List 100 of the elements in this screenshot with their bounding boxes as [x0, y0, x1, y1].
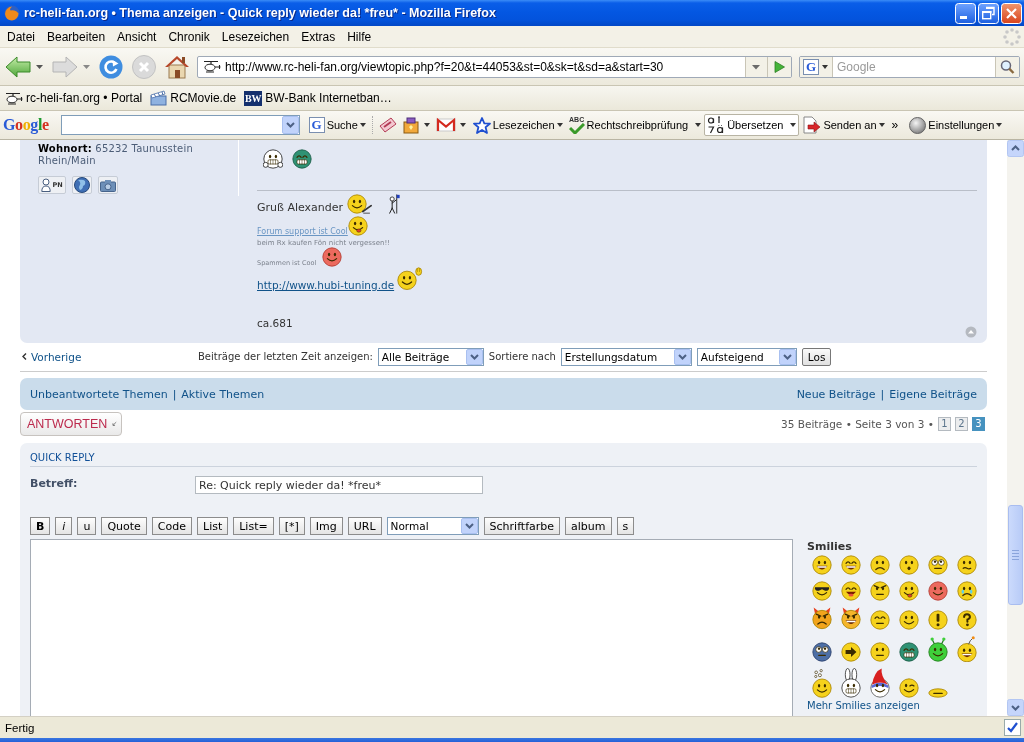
caret-icon[interactable] [822, 64, 828, 69]
caret-icon[interactable] [423, 123, 430, 127]
sort-select[interactable]: Erstellungsdatum [560, 347, 692, 366]
format-button[interactable]: i [55, 517, 73, 535]
reload-icon[interactable] [99, 54, 123, 79]
wide-eyed-face-icon[interactable] [927, 555, 948, 575]
caret-icon[interactable] [996, 123, 1003, 127]
bomb-face-icon[interactable] [956, 635, 977, 663]
eye-rolling-face-icon[interactable] [811, 642, 832, 663]
overflow-button[interactable]: » [887, 114, 903, 136]
nav-link[interactable]: Neue Beiträge [796, 387, 876, 401]
toolbar-search-field[interactable] [60, 115, 300, 135]
address-field[interactable]: http://www.rc-heli-fan.org/viewtopic.php?f=20&t=44053&st=0&sk=t&sd=a&start=30 [197, 55, 792, 78]
mail-icon[interactable] [435, 117, 456, 133]
close-button[interactable] [1001, 2, 1022, 24]
flat-face-icon[interactable] [927, 688, 948, 699]
menu-item[interactable]: Bearbeiten [41, 29, 112, 44]
format-button[interactable]: album [565, 517, 612, 535]
crying-face-icon[interactable] [956, 581, 977, 601]
globe-icon[interactable] [72, 176, 92, 194]
nav-link[interactable]: Unbeantwortete Themen [30, 387, 168, 401]
bookmarks-button[interactable]: Lesezeichen [469, 114, 566, 136]
bookmark-item[interactable]: BW BW-Bank Internetban… [243, 90, 393, 106]
neutral-face-icon[interactable] [869, 609, 890, 630]
winking-face-icon[interactable] [898, 678, 919, 699]
caret-icon[interactable] [695, 123, 702, 127]
grinning-devil-icon[interactable] [840, 607, 861, 630]
laughing-face-icon[interactable] [840, 555, 861, 575]
caret-icon[interactable] [790, 123, 797, 127]
format-button[interactable]: List [197, 517, 229, 535]
subject-field[interactable]: Re: Quick reply wieder da! *freu* [195, 476, 483, 494]
page-link[interactable]: 1 [938, 417, 951, 431]
message-field[interactable] [30, 539, 793, 716]
send-to-button[interactable]: Senden an [799, 114, 888, 136]
camera-icon[interactable] [98, 176, 118, 194]
caret-icon[interactable] [359, 123, 366, 127]
eraser-icon[interactable] [377, 117, 398, 133]
website-link[interactable]: http://www.hubi-tuning.de [257, 267, 423, 291]
more-smilies-link[interactable]: Mehr Smilies anzeigen [807, 700, 920, 713]
pondering-face-icon[interactable] [869, 642, 890, 663]
question-icon[interactable] [956, 609, 977, 630]
font-size-select[interactable]: Normal [386, 517, 479, 535]
format-button[interactable]: s [616, 517, 635, 535]
nav-link[interactable]: Eigene Beiträge [889, 387, 977, 401]
sunglasses-face-icon[interactable] [811, 581, 832, 601]
previous-link[interactable]: Vorherige [22, 350, 82, 363]
caret-icon[interactable] [556, 123, 563, 127]
blushing-face-icon[interactable] [927, 581, 948, 601]
menu-item[interactable]: Lesezeichen [215, 29, 296, 44]
menu-item[interactable]: Hilfe [341, 29, 378, 44]
reply-button[interactable]: ANTWORTEN [20, 412, 122, 436]
minimize-button[interactable] [955, 2, 976, 24]
checkmark-icon[interactable] [1004, 719, 1021, 736]
page-link[interactable]: 2 [955, 417, 968, 431]
format-button[interactable]: URL [347, 517, 382, 535]
nav-link[interactable]: Aktive Themen [181, 387, 265, 401]
caret-icon[interactable] [878, 123, 885, 127]
bookmark-item[interactable]: RCMovie.de [149, 90, 238, 106]
translate-button[interactable]: Übersetzen [704, 114, 800, 136]
bunny-icon[interactable] [840, 668, 861, 699]
menu-item[interactable]: Ansicht [111, 29, 163, 44]
restore-button[interactable] [978, 2, 999, 24]
search-icon[interactable] [995, 56, 1019, 77]
caret-icon[interactable] [459, 123, 466, 127]
caret-icon[interactable] [36, 64, 43, 69]
format-button[interactable]: Img [309, 517, 343, 535]
tongue-face-icon[interactable] [898, 581, 919, 601]
alien-face-icon[interactable] [927, 637, 948, 663]
menu-item[interactable]: Chronik [162, 29, 216, 44]
bubbling-face-icon[interactable] [811, 669, 832, 699]
grinning-face-icon[interactable] [811, 555, 832, 575]
format-button[interactable]: B [30, 517, 51, 535]
sort-order-select[interactable]: Aufsteigend [696, 347, 797, 366]
menu-item[interactable]: Datei [1, 29, 41, 44]
angry-face-icon[interactable] [869, 581, 890, 601]
settings-button[interactable]: Einstellungen [906, 114, 1006, 136]
confused-face-icon[interactable] [956, 555, 977, 575]
format-button[interactable]: Quote [101, 517, 147, 535]
toothy-grin-icon[interactable] [898, 642, 919, 663]
devil-face-icon[interactable] [811, 607, 832, 630]
menu-item[interactable]: Extras [295, 29, 342, 44]
filter-select[interactable]: Alle Beiträge [377, 347, 484, 366]
beaming-face-icon[interactable] [840, 581, 861, 601]
bookmark-item[interactable]: rc-heli-fan.org • Portal [4, 91, 144, 105]
format-button[interactable]: [*] [278, 517, 305, 535]
format-button[interactable]: Code [151, 517, 192, 535]
scroll-thumb[interactable] [1008, 505, 1023, 605]
exclamation-icon[interactable] [927, 609, 948, 630]
format-button[interactable]: Schriftfarbe [483, 517, 561, 535]
search-engine-button[interactable]: G [800, 56, 833, 77]
package-icon[interactable] [401, 116, 420, 134]
smiling-face-icon[interactable] [898, 609, 919, 630]
gnome-icon[interactable] [869, 668, 890, 699]
surprised-face-icon[interactable] [898, 555, 919, 575]
go-button[interactable]: Los [801, 347, 832, 366]
format-button[interactable]: u [77, 517, 97, 535]
back-arrow-icon[interactable] [5, 55, 31, 78]
format-button[interactable]: List= [233, 517, 274, 535]
home-icon[interactable] [164, 54, 190, 79]
search-button[interactable]: G Suche [305, 114, 369, 136]
